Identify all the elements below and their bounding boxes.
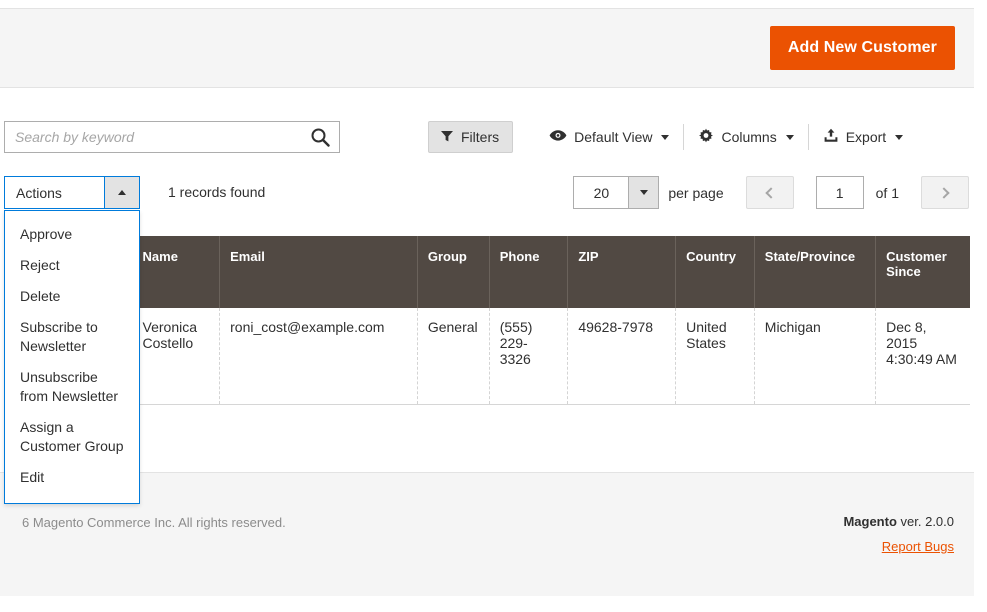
actions-menu-item-approve[interactable]: Approve bbox=[5, 219, 139, 250]
eye-icon bbox=[549, 129, 567, 145]
grid-toolbar: Filters Default View Columns Export bbox=[428, 120, 917, 154]
per-page-toggle[interactable] bbox=[628, 177, 659, 208]
records-found-label: 1 records found bbox=[168, 184, 266, 200]
cell-phone: (555) 229-3326 bbox=[489, 308, 569, 404]
gear-icon bbox=[698, 128, 714, 147]
per-page-value: 20 bbox=[593, 184, 610, 201]
chevron-down-icon bbox=[661, 134, 670, 140]
actions-button[interactable]: Actions bbox=[4, 176, 140, 209]
cell-group: General bbox=[417, 308, 490, 404]
column-header-phone[interactable]: Phone bbox=[489, 236, 569, 308]
filters-button[interactable]: Filters bbox=[428, 121, 514, 153]
column-header-zip[interactable]: ZIP bbox=[567, 236, 677, 308]
cell-zip: 49628-7978 bbox=[567, 308, 677, 404]
funnel-icon bbox=[440, 129, 454, 146]
cell-email: roni_cost@example.com bbox=[219, 308, 418, 404]
search-input[interactable] bbox=[5, 129, 301, 145]
column-header-name[interactable]: Name bbox=[132, 236, 221, 308]
columns-dropdown[interactable]: Columns bbox=[684, 124, 807, 150]
chevron-right-icon bbox=[937, 186, 950, 199]
column-header-customer-since[interactable]: Customer Since bbox=[875, 236, 970, 308]
cell-customer-since: Dec 8, 2015 4:30:49 AM bbox=[875, 308, 970, 404]
magento-version: Magento ver. 2.0.0 bbox=[843, 514, 954, 529]
previous-page-button[interactable] bbox=[745, 176, 794, 209]
column-header-email[interactable]: Email bbox=[219, 236, 418, 308]
cell-name: Veronica Costello bbox=[132, 308, 221, 404]
table-row[interactable]: 1 Veronica Costello roni_cost@example.co… bbox=[4, 308, 970, 404]
page-footer: 6 Magento Commerce Inc. All rights reser… bbox=[0, 472, 974, 596]
magento-brand-label: Magento bbox=[843, 514, 897, 529]
cell-country: United States bbox=[675, 308, 755, 404]
actions-menu-item-assign-a-customer-group[interactable]: Assign a Customer Group bbox=[5, 412, 139, 462]
actions-menu: Approve Reject Delete Subscribe to Newsl… bbox=[4, 210, 140, 504]
customer-grid-table: ID↓ Name Email Group Phone ZIP Country S… bbox=[4, 236, 970, 405]
export-dropdown[interactable]: Export bbox=[809, 124, 917, 150]
next-page-button[interactable] bbox=[921, 176, 969, 209]
current-page-input[interactable] bbox=[815, 176, 864, 209]
cell-state-province: Michigan bbox=[754, 308, 877, 404]
columns-label: Columns bbox=[721, 129, 777, 145]
chevron-down-icon bbox=[895, 134, 904, 140]
actions-menu-item-delete[interactable]: Delete bbox=[5, 281, 139, 312]
page-header-band: Add New Customer bbox=[0, 8, 974, 88]
actions-menu-item-edit[interactable]: Edit bbox=[5, 462, 139, 493]
chevron-down-icon bbox=[785, 134, 794, 140]
column-header-state-province[interactable]: State/Province bbox=[754, 236, 877, 308]
total-pages-label: of 1 bbox=[875, 184, 899, 201]
actions-menu-item-subscribe-to-newsletter[interactable]: Subscribe to Newsletter bbox=[5, 312, 139, 362]
column-header-group[interactable]: Group bbox=[417, 236, 490, 308]
add-new-customer-button[interactable]: Add New Customer bbox=[769, 26, 955, 70]
table-header-row: ID↓ Name Email Group Phone ZIP Country S… bbox=[4, 236, 970, 308]
actions-menu-item-unsubscribe-from-newsletter[interactable]: Unsubscribe from Newsletter bbox=[5, 362, 139, 412]
export-label: Export bbox=[845, 129, 887, 145]
export-upload-icon bbox=[823, 128, 839, 146]
chevron-left-icon bbox=[765, 186, 777, 199]
report-bugs-link[interactable]: Report Bugs bbox=[882, 539, 954, 554]
actions-dropdown: Actions Approve Reject Delete Subscribe … bbox=[4, 176, 140, 504]
search-box[interactable] bbox=[4, 121, 340, 153]
column-header-country[interactable]: Country bbox=[675, 236, 755, 308]
per-page-select[interactable]: 20 bbox=[573, 176, 660, 209]
customer-grid-page: Add New Customer Filters bbox=[0, 0, 987, 612]
pagination-controls: 20 per page of 1 bbox=[573, 176, 969, 209]
actions-toggle[interactable] bbox=[104, 177, 139, 208]
search-icon[interactable] bbox=[301, 122, 339, 152]
chevron-down-icon bbox=[639, 190, 648, 195]
filters-label: Filters bbox=[461, 129, 500, 145]
default-view-label: Default View bbox=[574, 129, 653, 145]
right-gutter bbox=[974, 0, 987, 612]
actions-menu-item-reject[interactable]: Reject bbox=[5, 250, 139, 281]
per-page-label: per page bbox=[668, 184, 724, 201]
actions-button-label: Actions bbox=[16, 184, 62, 201]
copyright-text: 6 Magento Commerce Inc. All rights reser… bbox=[22, 515, 286, 530]
default-view-dropdown[interactable]: Default View bbox=[535, 124, 683, 150]
chevron-up-icon bbox=[118, 190, 126, 195]
magento-version-label: ver. 2.0.0 bbox=[896, 514, 954, 529]
